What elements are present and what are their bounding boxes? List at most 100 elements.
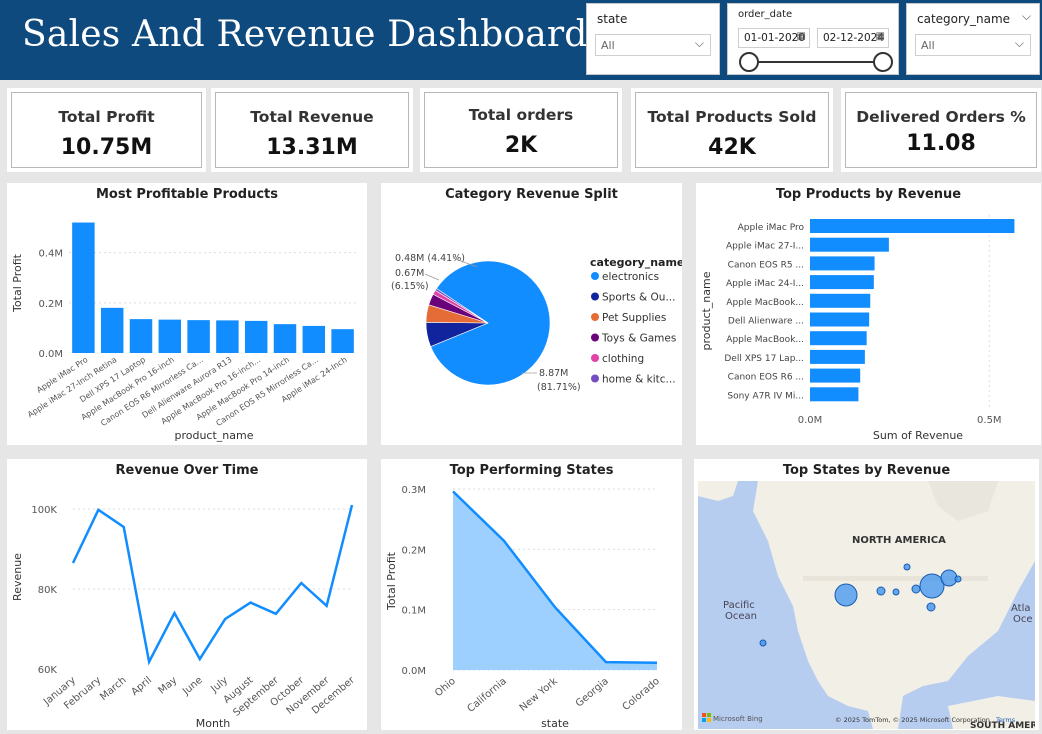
bar[interactable] [216, 320, 239, 353]
legend-marker [591, 333, 599, 342]
chart-title: Category Revenue Split [445, 187, 618, 202]
category-dropdown-value: All [921, 39, 935, 52]
bar[interactable] [331, 329, 354, 353]
y-tick-label: Dell XPS 17 Lap... [724, 354, 804, 364]
state-bubble[interactable] [876, 586, 886, 596]
pie-chart-svg: 8.87M(81.71%)0.67M(6.15%)0.48M (4.41%) ca… [391, 253, 684, 393]
revenue-over-time-chart[interactable]: Revenue Over Time 60K 80K 100K January Febru… [7, 459, 367, 730]
kpi-value: 10.75M [60, 135, 153, 160]
bar[interactable] [72, 222, 95, 353]
order-date-slicer[interactable]: order_date 01-01-2020 ▦ 02-12-2024 ▦ [727, 3, 899, 75]
chevron-down-icon[interactable]: ⌵ [1022, 9, 1031, 24]
series-line[interactable] [71, 504, 354, 666]
date-range-slider[interactable] [728, 50, 900, 74]
slider-start-handle[interactable] [739, 52, 759, 72]
map-attribution: © 2025 TomTom, © 2025 Microsoft Corporat… [835, 716, 990, 724]
state-bubble[interactable] [834, 583, 858, 607]
bar[interactable] [100, 307, 124, 353]
y-tick-label: 0.2M [401, 545, 426, 556]
kpi-label: Total Revenue [250, 108, 374, 126]
bar[interactable] [129, 319, 153, 353]
bar[interactable] [810, 349, 865, 364]
x-tick-label: May [156, 675, 179, 697]
bar[interactable] [810, 293, 871, 308]
legend-marker [591, 272, 599, 280]
state-bubble[interactable] [892, 588, 900, 596]
legend-item[interactable]: home & kitc... [602, 374, 676, 386]
state-bubble[interactable] [954, 575, 962, 583]
bing-logo-text: Microsoft Bing [713, 715, 763, 723]
category-slicer[interactable]: category_name ⌵ All ⌵ [906, 3, 1040, 75]
legend-item[interactable]: clothing [602, 353, 644, 365]
x-tick-label: California [465, 676, 508, 715]
state-bubble[interactable] [911, 584, 921, 594]
y-tick-label: 80K [38, 585, 58, 596]
y-tick-label: Canon EOS R5 ... [728, 260, 804, 270]
category-dropdown[interactable]: All ⌵ [915, 34, 1031, 56]
y-tick-label: Apple iMac 24-I... [726, 279, 804, 289]
bar[interactable] [810, 368, 861, 383]
chart-title: Revenue Over Time [115, 463, 259, 478]
ocean-label: Ocean [725, 611, 757, 622]
legend-item[interactable]: electronics [602, 271, 659, 283]
bar[interactable] [810, 219, 1015, 233]
category-slicer-label: category_name [917, 12, 1011, 26]
y-tick-label: 0.0M [38, 349, 63, 360]
y-tick-label: Sony A7R IV Mi... [727, 391, 804, 401]
calendar-icon[interactable]: ▦ [797, 31, 806, 42]
start-date-input[interactable]: 01-01-2020 ▦ [738, 28, 810, 48]
legend-item[interactable]: Pet Supplies [602, 312, 666, 324]
legend-item[interactable]: Sports & Ou... [602, 292, 675, 304]
bar[interactable] [302, 325, 326, 353]
x-axis-label: Month [196, 717, 231, 730]
area-chart-svg: 0.0M 0.1M 0.2M 0.3M Ohio California New York Ge… [385, 485, 662, 730]
kpi-value: 11.08 [906, 131, 976, 156]
most-profitable-products-chart[interactable]: Most Profitable Products 0.0M 0.2M 0.4M App… [7, 183, 367, 445]
map-title: Top States by Revenue [782, 463, 951, 478]
calendar-icon[interactable]: ▦ [876, 31, 885, 42]
x-axis-label: Sum of Revenue [873, 429, 963, 442]
hbar-chart-svg: Apple iMac Pro Apple iMac 27-I... Canon EO… [700, 215, 1015, 442]
slider-end-handle[interactable] [873, 52, 893, 72]
chart-title: Top Products by Revenue [775, 187, 962, 202]
bar[interactable] [158, 319, 182, 353]
bar[interactable] [810, 275, 874, 290]
y-tick-label: 0.3M [401, 485, 426, 496]
x-tick-label: Georgia [574, 676, 611, 710]
bar[interactable] [810, 256, 875, 271]
legend-item[interactable]: Toys & Games [601, 333, 676, 345]
state-slicer[interactable]: state All ⌵ [586, 3, 720, 75]
end-date-input[interactable]: 02-12-2024 ▦ [817, 28, 889, 48]
state-dropdown[interactable]: All ⌵ [595, 34, 711, 56]
bar[interactable] [244, 320, 268, 353]
bar[interactable] [273, 324, 297, 353]
bar[interactable] [187, 320, 210, 353]
map-canvas[interactable]: NORTH AMERICA Pacific Ocean Atla Oce SOU… [698, 481, 1035, 729]
state-bubble[interactable] [926, 602, 936, 612]
bar[interactable] [810, 237, 889, 252]
state-bubble[interactable] [903, 563, 911, 571]
top-products-by-revenue-chart[interactable]: Top Products by Revenue Apple iMac Pro Ap… [696, 183, 1041, 445]
data-label: 8.87M [539, 368, 568, 379]
kpi-label: Total Products Sold [647, 108, 817, 126]
line-chart-svg: 60K80K100KJanuaryFebruaryMarch April May Ju… [11, 504, 358, 730]
y-axis-label: Total Profit [11, 253, 24, 313]
bar[interactable] [810, 387, 859, 402]
category-revenue-split-chart[interactable]: Category Revenue Split 8.87M (81.71%) 0.67… [381, 183, 684, 445]
bar[interactable] [810, 312, 870, 327]
state-bubble[interactable] [940, 569, 958, 587]
ocean-label: Oce [1013, 614, 1033, 625]
top-states-map[interactable]: Top States by Revenue NORTH AMERICA Paci… [694, 459, 1039, 730]
y-tick-label: 0.2M [38, 299, 63, 310]
bar[interactable] [810, 331, 867, 346]
data-label: (81.71%) [537, 382, 581, 393]
state-bubble[interactable] [759, 639, 767, 647]
kpi-total-profit: Total Profit 10.75M [7, 88, 206, 172]
x-tick-label: Colorado [621, 676, 662, 713]
state-bubble[interactable] [919, 573, 945, 599]
top-performing-states-chart[interactable]: Top Performing States 0.0M 0.1M 0.2M 0.3M Oh… [381, 459, 682, 730]
kpi-value: 42K [708, 135, 756, 160]
chart-title: Most Profitable Products [95, 187, 279, 202]
terms-link[interactable]: Terms [995, 716, 1016, 724]
legend-title: category_name [590, 256, 682, 269]
